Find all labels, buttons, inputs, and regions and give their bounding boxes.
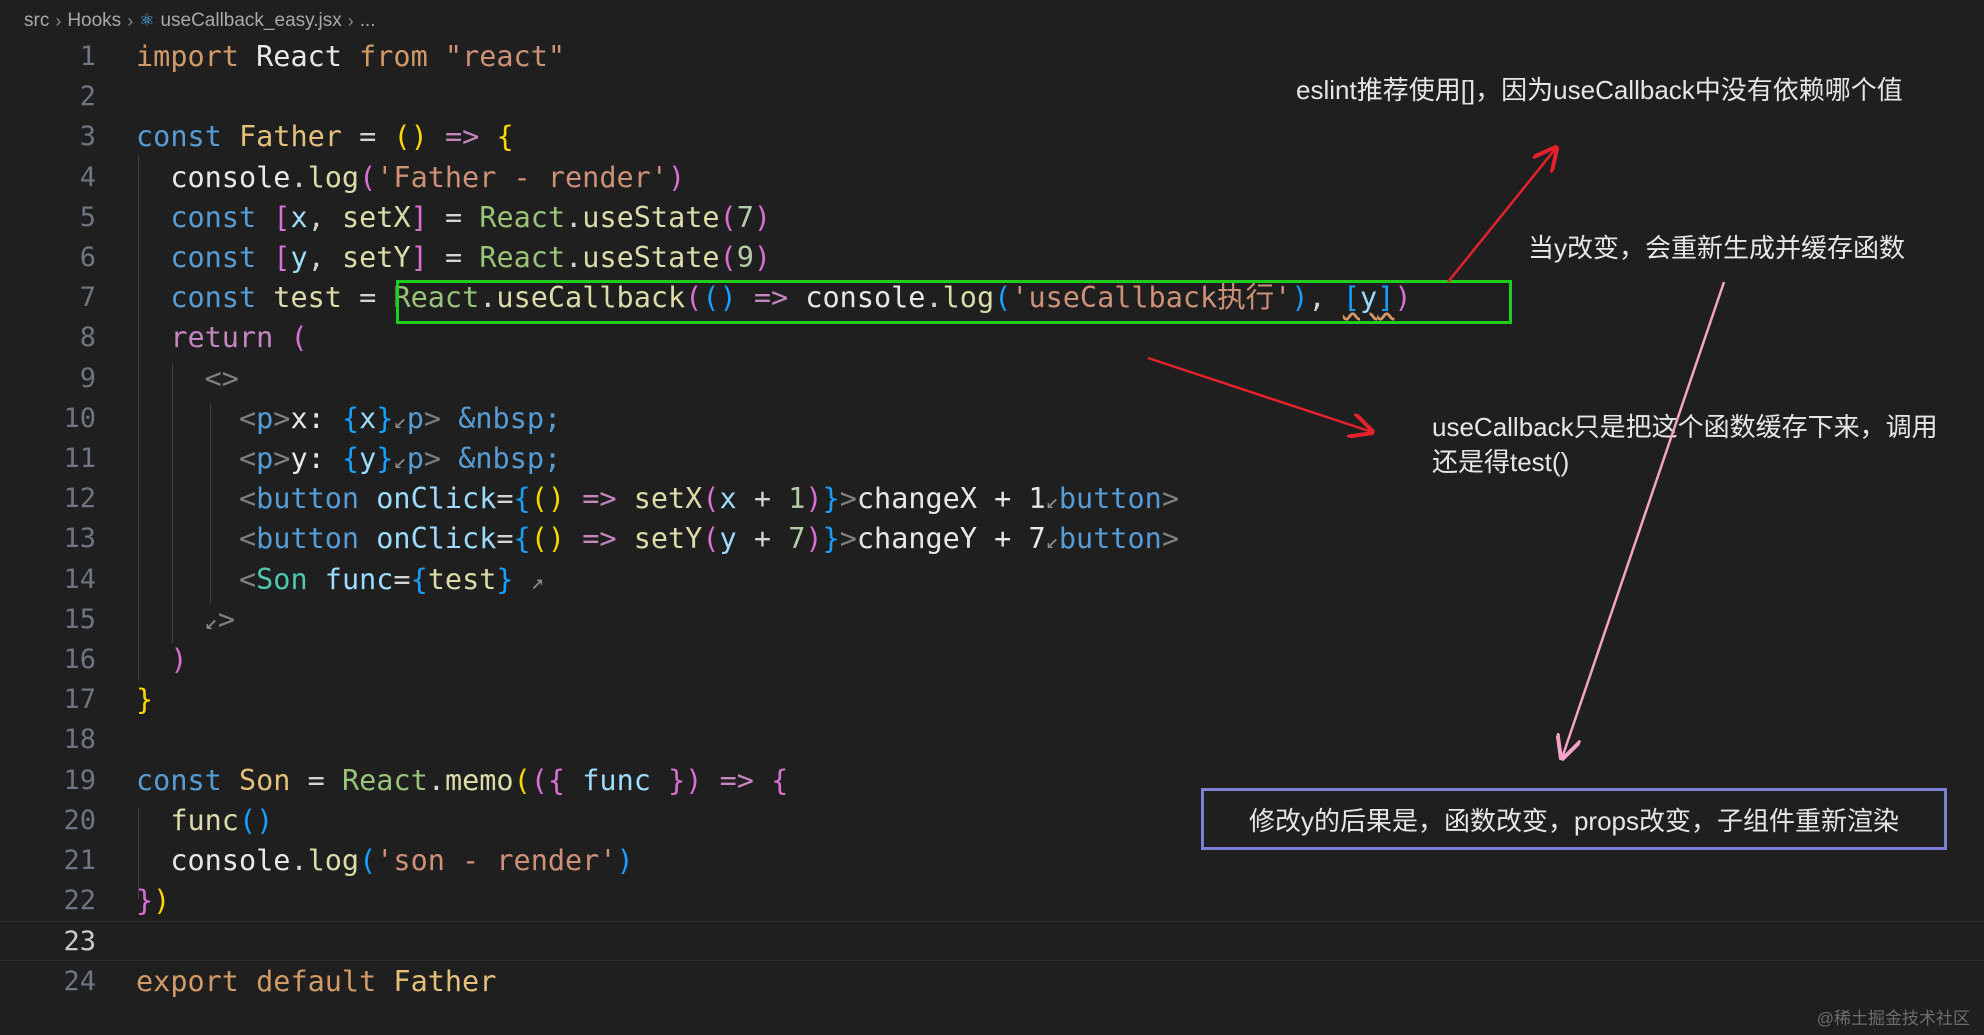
red-arrow-to-eslint-note xyxy=(1447,148,1556,283)
annotation-arrows xyxy=(1147,0,1726,1035)
watermark: @稀土掘金技术社区 xyxy=(1816,1009,1970,1028)
red-arrow-to-cache-note xyxy=(1147,356,1372,432)
pink-arrow-to-consequence xyxy=(1562,281,1726,758)
